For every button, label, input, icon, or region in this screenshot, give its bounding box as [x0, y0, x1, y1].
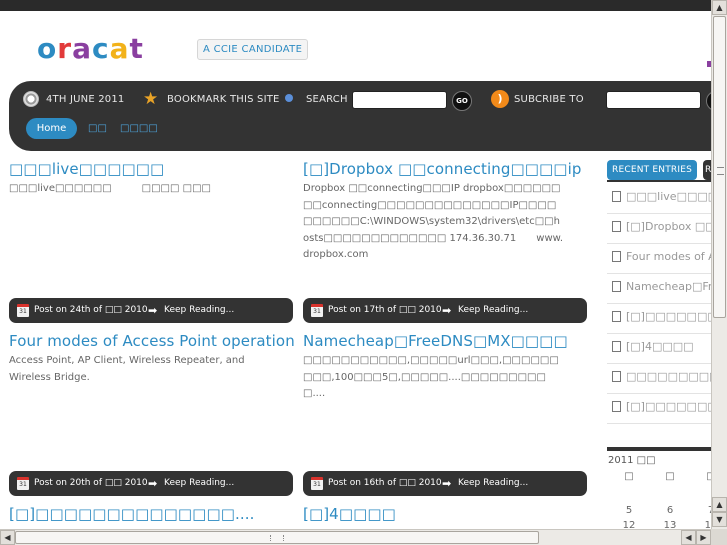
- recent-entry[interactable]: [□]□□□□□□□□□□□□□□....: [607, 304, 711, 334]
- recent-entry-label: □□□□□□□□□□□□□□□□□□: [626, 370, 711, 383]
- site-logo[interactable]: oracat: [37, 33, 144, 65]
- recent-entry-label: [□]□□□□□□□□□□□□□□....: [626, 310, 711, 323]
- scroll-left-arrow-icon[interactable]: ◀: [681, 530, 696, 545]
- horizontal-scroll-thumb[interactable]: [15, 531, 539, 544]
- recent-entry[interactable]: Namecheap□FreeDNS□MX□□□□: [607, 274, 711, 304]
- bookmark-link[interactable]: BOOKMARK THIS SITE: [167, 94, 280, 106]
- subscribe-label: SUBCRIBE TO: [514, 94, 584, 105]
- scroll-down-arrow-icon[interactable]: ▼: [712, 512, 727, 527]
- star-icon[interactable]: ★: [143, 89, 161, 109]
- post-meta-4: 31 Post on 16th of □□ 2010 ➡ Keep Readin…: [303, 471, 587, 496]
- tab-home[interactable]: Home: [26, 118, 77, 139]
- document-icon: [612, 311, 621, 322]
- recent-entry[interactable]: □□□live□□□□□□: [607, 184, 711, 214]
- post-date: Post on 24th of □□ 2010: [34, 305, 148, 315]
- calendar-divider: [607, 447, 711, 451]
- calendar-icon: 31: [311, 304, 323, 317]
- document-icon: [612, 221, 621, 232]
- recent-entry[interactable]: Four modes of Access Point operation: [607, 244, 711, 274]
- logo-letter: t: [129, 32, 144, 65]
- post-date: Post on 20th of □□ 2010: [34, 478, 148, 488]
- rss-icon[interactable]: ): [491, 90, 509, 108]
- post-title-3[interactable]: Four modes of Access Point operation: [9, 332, 295, 350]
- keep-reading-link[interactable]: Keep Reading...: [164, 471, 234, 496]
- tab-recent-entries[interactable]: RECENT ENTRIES: [607, 160, 697, 180]
- vertical-scroll-thumb[interactable]: [713, 16, 726, 318]
- arrow-right-icon: ➡: [148, 477, 158, 490]
- calendar-icon: 31: [17, 304, 29, 317]
- search-label: SEARCH: [306, 94, 348, 105]
- document-icon: [612, 281, 621, 292]
- post-meta-2: 31 Post on 17th of □□ 2010 ➡ Keep Readin…: [303, 298, 587, 323]
- calendar-icon: 31: [311, 477, 323, 490]
- tab-sidebar-other[interactable]: R: [703, 160, 711, 180]
- calendar-caption: 2011 □□: [608, 455, 656, 466]
- tab-2[interactable]: □□: [88, 123, 107, 135]
- nav-bar: 4TH JUNE 2011 ★ BOOKMARK THIS SITE SEARC…: [9, 81, 721, 151]
- scroll-left-arrow-icon[interactable]: ◀: [0, 530, 15, 545]
- keep-reading-link[interactable]: Keep Reading...: [458, 471, 528, 496]
- recent-entry[interactable]: [□]Dropbox □□connecting: [607, 214, 711, 244]
- post-title-2[interactable]: [□]Dropbox □□connecting□□□□ip: [303, 160, 581, 178]
- recent-entry-label: [□]4□□□□: [626, 340, 694, 353]
- logo-letter: o: [37, 32, 58, 65]
- horizontal-scrollbar[interactable]: ◀ ◀ ▶: [0, 529, 711, 545]
- vertical-scrollbar[interactable]: ▲ ▲ ▼: [711, 0, 727, 529]
- recent-entry-label: □□□live□□□□□□: [626, 190, 711, 203]
- post-meta-3: 31 Post on 20th of □□ 2010 ➡ Keep Readin…: [9, 471, 293, 496]
- document-icon: [612, 251, 621, 262]
- scroll-up-arrow-icon[interactable]: ▲: [712, 497, 727, 512]
- subscribe-email-input[interactable]: [606, 91, 701, 109]
- calendar-icon: 31: [17, 477, 29, 490]
- search-input[interactable]: [352, 91, 447, 109]
- document-icon: [612, 371, 621, 382]
- site-tagline: A CCIE CANDIDATE: [197, 39, 309, 60]
- current-date: 4TH JUNE 2011: [46, 94, 125, 105]
- arrow-right-icon: ➡: [442, 477, 452, 490]
- post-date: Post on 16th of □□ 2010: [328, 478, 442, 488]
- document-icon: [612, 401, 621, 412]
- calendar-weekday: □: [624, 471, 634, 482]
- scroll-up-arrow-icon[interactable]: ▲: [712, 0, 727, 15]
- logo-letter: a: [109, 32, 130, 65]
- search-go-button[interactable]: GO: [452, 91, 472, 111]
- recent-entry-label: [□]□□□□□□□: [626, 400, 711, 413]
- clock-icon: [23, 91, 39, 107]
- post-excerpt-4: □□□□□□□□□□□,□□□□□url□□□,□□□□□□□□□,100□□□…: [303, 355, 559, 399]
- logo-letter: r: [57, 32, 73, 65]
- tab-3[interactable]: □□□□: [120, 123, 158, 135]
- calendar-weekday: □: [665, 471, 675, 482]
- arrow-right-icon: ➡: [148, 304, 158, 317]
- keep-reading-link[interactable]: Keep Reading...: [458, 298, 528, 323]
- recent-entry-label: Four modes of Access Point operation: [626, 250, 711, 263]
- recent-entry-label: [□]Dropbox □□connecting: [626, 220, 711, 233]
- keep-reading-link[interactable]: Keep Reading...: [164, 298, 234, 323]
- recent-entry[interactable]: [□]□□□□□□□: [607, 394, 711, 424]
- scrollbar-corner: [711, 529, 727, 545]
- arrow-right-icon: ➡: [442, 304, 452, 317]
- logo-letter: a: [72, 32, 92, 65]
- recent-entry[interactable]: [□]4□□□□: [607, 334, 711, 364]
- document-icon: [612, 341, 621, 352]
- post-title-6[interactable]: [□]4□□□□: [303, 505, 396, 523]
- post-excerpt-2: Dropbox □□connecting□□□IP dropbox□□□□□□□…: [303, 183, 564, 260]
- post-date: Post on 17th of □□ 2010: [328, 305, 442, 315]
- document-icon: [612, 191, 621, 202]
- post-excerpt-3: Access Point, AP Client, Wireless Repeat…: [9, 355, 245, 383]
- calendar-day[interactable]: 6: [659, 505, 681, 517]
- search-icon: [285, 94, 293, 102]
- post-title-5[interactable]: [□]□□□□□□□□□□□□□□....: [9, 505, 254, 523]
- logo-letter: c: [91, 32, 110, 65]
- post-meta-1: 31 Post on 24th of □□ 2010 ➡ Keep Readin…: [9, 298, 293, 323]
- scroll-right-arrow-icon[interactable]: ▶: [696, 530, 711, 545]
- post-title-1[interactable]: □□□live□□□□□□: [9, 160, 164, 178]
- sidebar-divider: [607, 180, 711, 182]
- calendar-day[interactable]: 5: [618, 505, 640, 517]
- browser-top-strip: [0, 0, 711, 11]
- recent-entry[interactable]: □□□□□□□□□□□□□□□□□□: [607, 364, 711, 394]
- recent-entry-label: Namecheap□FreeDNS□MX□□□□: [626, 280, 711, 293]
- post-excerpt-1: □□□live□□□□□□ □□□□ □□□: [9, 183, 211, 194]
- post-title-4[interactable]: Namecheap□FreeDNS□MX□□□□: [303, 332, 568, 350]
